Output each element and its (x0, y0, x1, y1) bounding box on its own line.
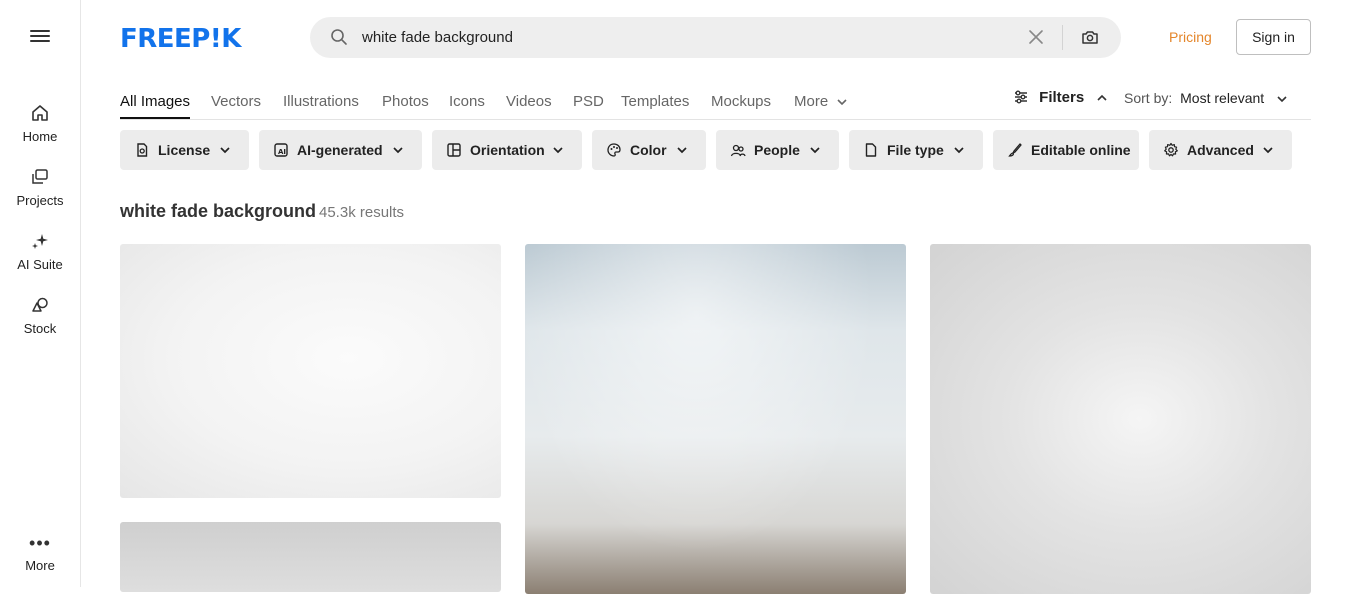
tab-vectors[interactable]: Vectors (211, 93, 261, 110)
gear-icon (1164, 142, 1178, 157)
sidebar-item-projects[interactable]: Projects (0, 167, 80, 208)
orientation-icon (447, 143, 461, 157)
image-thumbnail[interactable] (930, 244, 1311, 594)
stock-shapes-icon (32, 297, 48, 312)
search-icon[interactable] (330, 28, 348, 46)
freepik-logo[interactable]: FREEP!K (120, 24, 241, 54)
home-icon (32, 105, 48, 121)
clear-search-icon[interactable] (1027, 28, 1045, 46)
filter-label: People (754, 142, 800, 158)
filter-file-type[interactable]: File type (849, 130, 983, 170)
more-dots-icon: ••• (29, 533, 51, 553)
sidebar-item-home[interactable]: Home (0, 103, 80, 144)
thumbnail-glow (525, 244, 906, 594)
search-bar (310, 17, 1121, 58)
sliders-icon (1015, 90, 1027, 104)
filter-label: File type (887, 142, 944, 158)
filter-ai-generated[interactable]: AI AI-generated (259, 130, 422, 170)
tab-more-label: More (794, 93, 829, 110)
sort-by-dropdown[interactable]: Sort by: Most relevant (1124, 90, 1288, 106)
svg-text:AI: AI (278, 148, 286, 156)
tab-icons[interactable]: Icons (449, 93, 485, 110)
sidebar-more[interactable]: ••• More (0, 534, 80, 573)
sidebar-item-ai-suite[interactable]: AI Suite (0, 231, 80, 272)
pricing-link[interactable]: Pricing (1169, 29, 1212, 45)
sidebar-item-label: Projects (16, 193, 64, 208)
projects-icon (32, 169, 48, 184)
tab-mockups[interactable]: Mockups (711, 93, 771, 110)
filter-advanced[interactable]: Advanced (1149, 130, 1292, 170)
image-thumbnail[interactable] (120, 244, 501, 498)
sign-in-button[interactable]: Sign in (1236, 19, 1311, 55)
filter-label: License (158, 142, 211, 158)
image-thumbnail[interactable] (525, 244, 906, 594)
sidebar-item-label: Home (22, 129, 58, 144)
chevron-down-icon (810, 147, 820, 154)
chevron-down-icon (1277, 96, 1287, 103)
image-thumbnail[interactable] (120, 522, 501, 592)
camera-icon[interactable] (1081, 28, 1099, 46)
filter-editable-online[interactable]: Editable online (993, 130, 1139, 170)
tab-illustrations[interactable]: Illustrations (283, 93, 359, 110)
sidebar-item-stock[interactable]: Stock (0, 295, 80, 336)
palette-icon (607, 143, 621, 157)
filter-color[interactable]: Color (592, 130, 706, 170)
sparkles-icon (32, 234, 48, 249)
menu-icon[interactable] (30, 27, 50, 45)
chevron-down-icon (220, 147, 230, 154)
filter-label: Editable online (1031, 142, 1131, 158)
filters-toggle-button[interactable]: Filters (1013, 89, 1108, 106)
search-divider (1062, 25, 1063, 50)
chevron-down-icon (393, 147, 403, 154)
tab-more[interactable]: More (794, 93, 848, 110)
tab-videos[interactable]: Videos (506, 93, 552, 110)
filters-label: Filters (1039, 89, 1085, 106)
tabs-divider (120, 119, 1311, 120)
filter-label: Orientation (470, 142, 545, 158)
sidebar-item-label: Stock (23, 321, 57, 336)
chevron-down-icon (954, 147, 964, 154)
filter-label: Color (630, 142, 667, 158)
search-input[interactable] (362, 26, 1012, 48)
tab-photos[interactable]: Photos (382, 93, 429, 110)
filter-orientation[interactable]: Orientation (432, 130, 582, 170)
filter-people[interactable]: People (716, 130, 839, 170)
sort-by-label: Sort by: (1124, 90, 1173, 106)
results-count: 45.3k results (319, 204, 405, 221)
file-icon (865, 143, 877, 157)
sidebar-more-label: More (25, 558, 55, 573)
chevron-down-icon (553, 147, 563, 154)
chevron-up-icon (1097, 94, 1107, 101)
filter-label: AI-generated (297, 142, 383, 158)
tab-templates[interactable]: Templates (621, 93, 689, 110)
sidebar-item-label: AI Suite (17, 257, 63, 272)
brush-icon (1008, 143, 1022, 157)
chevron-down-icon (677, 147, 687, 154)
tab-psd[interactable]: PSD (573, 93, 604, 110)
sidebar: Home Projects AI Suite Stock ••• More (0, 0, 81, 587)
tab-all-images[interactable]: All Images (120, 93, 190, 110)
filter-label: Advanced (1187, 142, 1254, 158)
results-query-title: white fade background (120, 201, 317, 221)
ai-image-icon: AI (274, 143, 288, 157)
chevron-down-icon (1263, 147, 1273, 154)
chevron-down-icon (837, 99, 847, 106)
filter-license[interactable]: License (120, 130, 249, 170)
people-icon (730, 144, 746, 157)
sort-by-value: Most relevant (1180, 90, 1265, 106)
active-tab-indicator (120, 117, 190, 119)
license-icon (137, 143, 148, 157)
